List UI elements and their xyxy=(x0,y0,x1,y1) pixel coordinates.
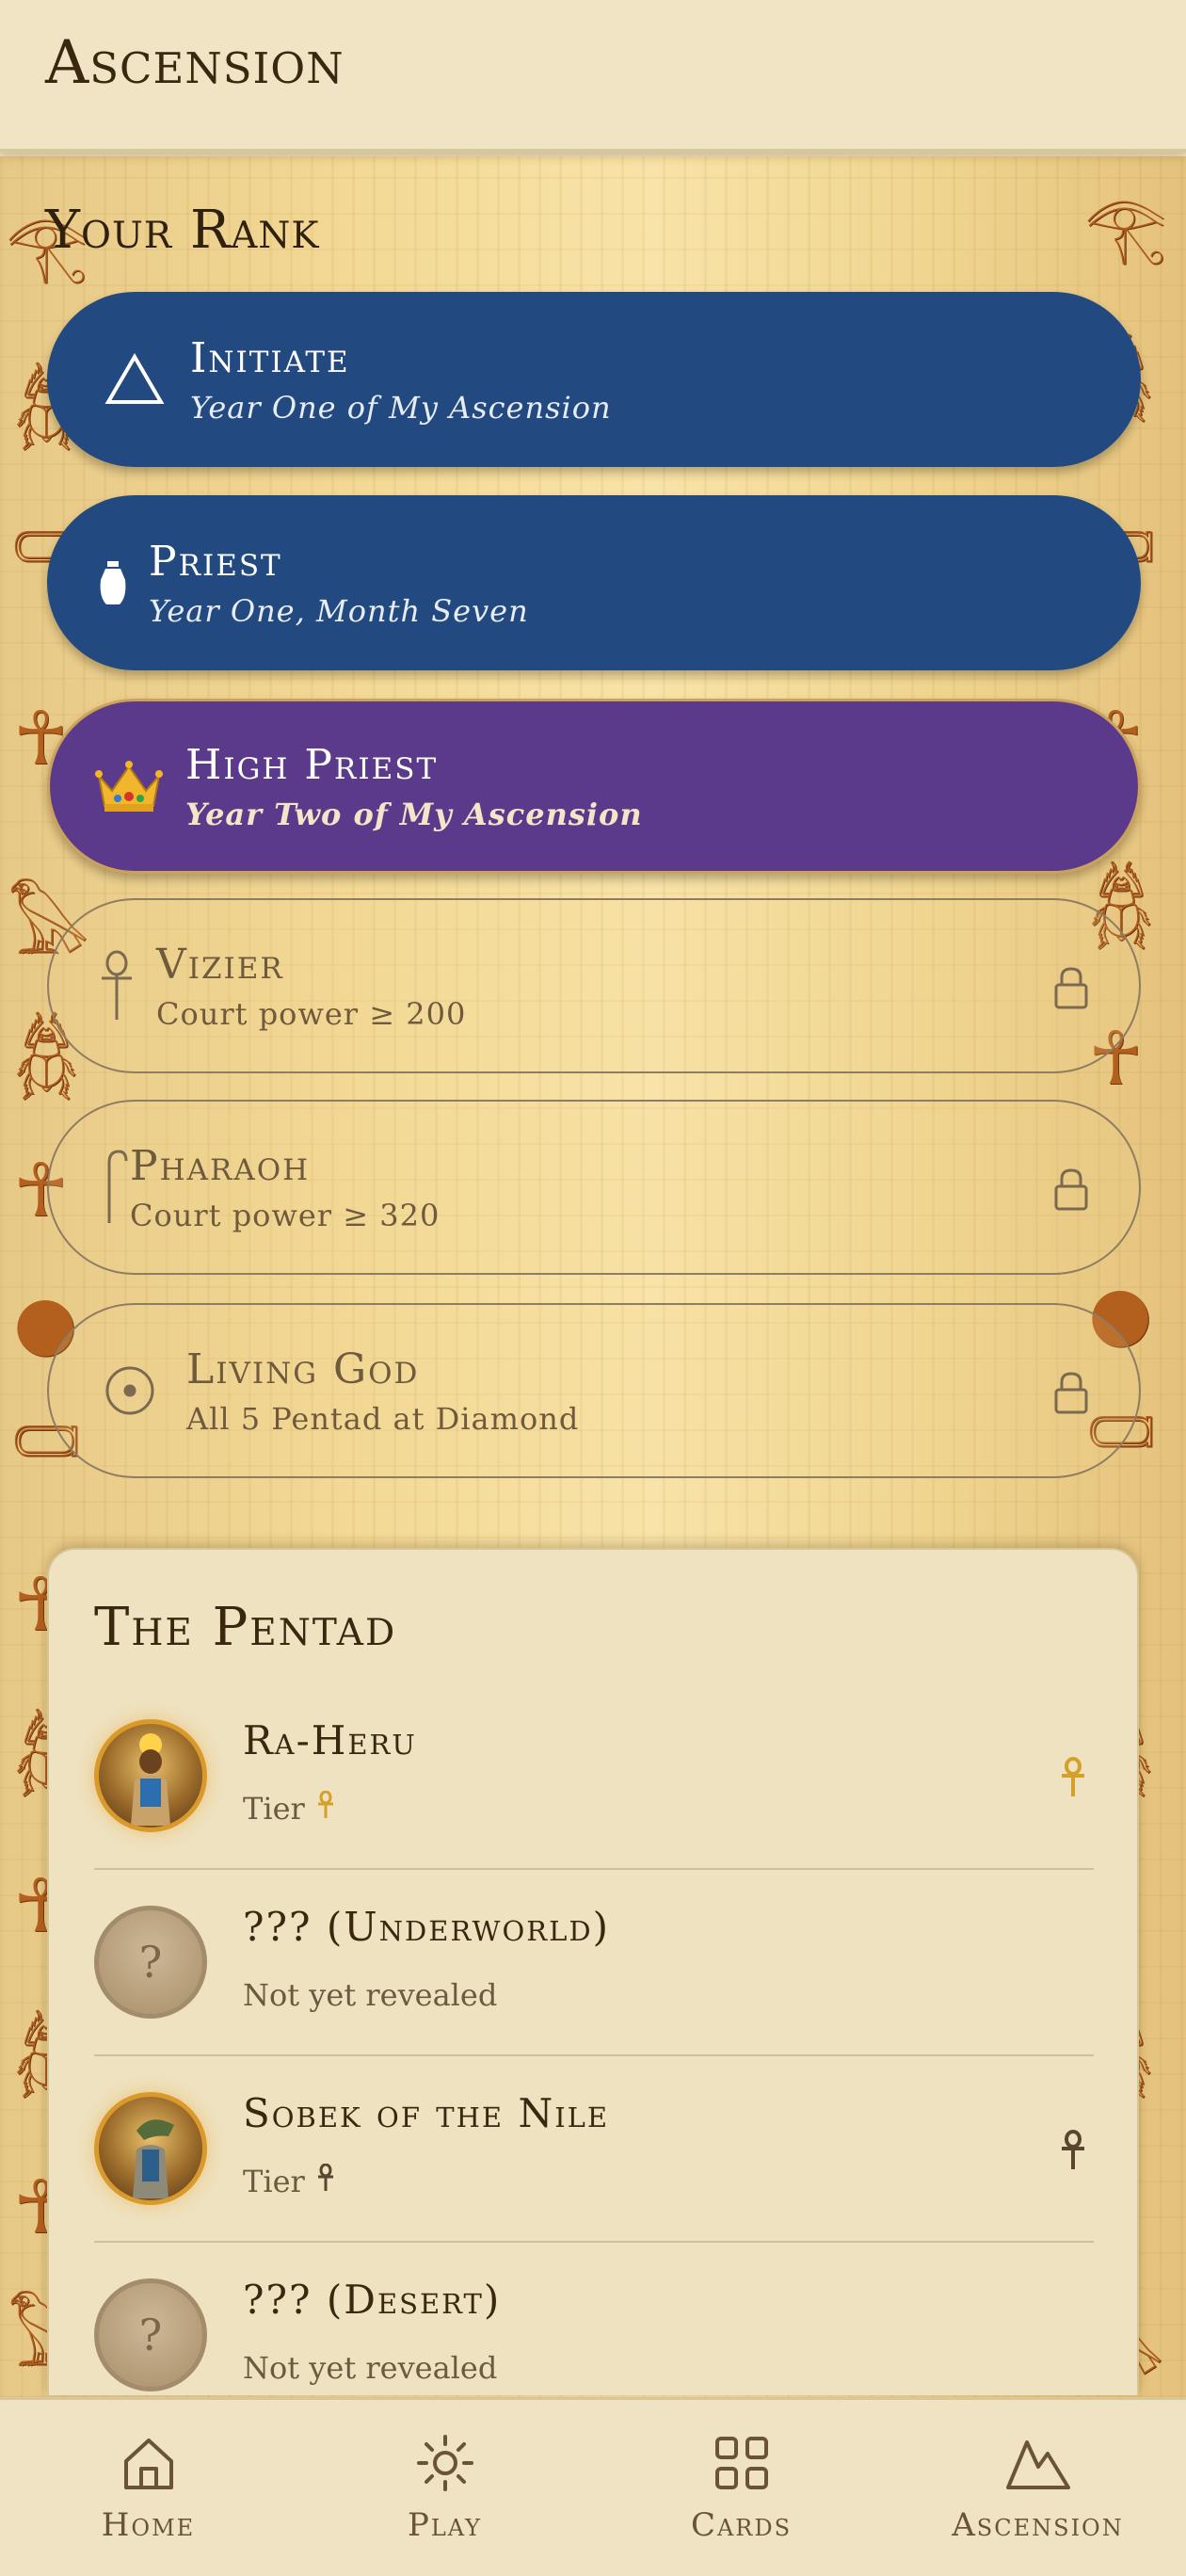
deity-name: ??? (Underworld) xyxy=(243,1904,610,1950)
lock-icon xyxy=(1052,1371,1090,1418)
ankh-icon xyxy=(1060,2130,1086,2175)
grid-icon xyxy=(712,2433,772,2497)
pentad-item-ra-heru[interactable]: Ra-Heru Tier xyxy=(94,1685,1094,1870)
tier-label: Tier xyxy=(243,1791,305,1827)
nav-item-play[interactable]: Play xyxy=(328,2433,563,2544)
rank-subtitle: All 5 Pentad at Diamond xyxy=(186,1400,580,1437)
deity-status: Not yet revealed xyxy=(243,1977,497,2013)
rank-card-living-god[interactable]: Living God All 5 Pentad at Diamond xyxy=(47,1303,1141,1478)
deity-name: Ra-Heru xyxy=(243,1717,417,1763)
bottom-nav: Home Play Cards Ascension xyxy=(0,2397,1186,2576)
rank-card-high-priest[interactable]: High Priest Year Two of My Ascension xyxy=(47,699,1141,874)
rank-heading: Your Rank xyxy=(45,200,320,261)
rank-name: Priest xyxy=(149,537,282,586)
rank-subtitle: Year One, Month Seven xyxy=(149,592,529,629)
rank-card-priest[interactable]: Priest Year One, Month Seven xyxy=(47,495,1141,670)
rank-name: High Priest xyxy=(185,740,439,789)
nav-label: Play xyxy=(407,2505,483,2544)
pentad-panel: The Pentad Ra-Heru Tier ? ??? (Underworl… xyxy=(47,1548,1139,2395)
rank-name: Living God xyxy=(186,1344,420,1393)
rank-subtitle: Year One of My Ascension xyxy=(190,389,612,426)
deity-tier: Tier xyxy=(243,2163,335,2199)
tier-label: Tier xyxy=(243,2164,305,2199)
pentad-item-underworld[interactable]: ? ??? (Underworld) Not yet revealed xyxy=(94,1872,1094,2056)
mountain-icon xyxy=(1004,2433,1072,2497)
nav-label: Home xyxy=(101,2505,196,2544)
app-header: Ascension xyxy=(0,0,1186,153)
status-label: Not yet revealed xyxy=(243,1977,498,2013)
nav-label: Ascension xyxy=(952,2505,1124,2544)
deity-avatar-unknown: ? xyxy=(94,2278,207,2391)
ankh-icon xyxy=(1060,1757,1086,1802)
ankh-icon xyxy=(316,1790,335,1827)
pentad-item-sobek[interactable]: Sobek of the Nile Tier xyxy=(94,2058,1094,2243)
rank-name: Vizier xyxy=(156,940,284,989)
deity-name: ??? (Desert) xyxy=(243,2277,502,2323)
nav-item-cards[interactable]: Cards xyxy=(624,2433,859,2544)
deity-avatar xyxy=(94,2092,207,2205)
home-icon xyxy=(119,2433,179,2497)
triangle-icon xyxy=(92,353,177,406)
lock-icon xyxy=(1052,966,1090,1013)
nav-label: Cards xyxy=(690,2505,793,2544)
deity-name: Sobek of the Nile xyxy=(243,2090,610,2136)
sun-disc-icon xyxy=(102,1364,158,1417)
rank-name: Initiate xyxy=(190,333,350,382)
eye-of-horus-icon: 𓂀 xyxy=(1084,188,1167,266)
page-title: Ascension xyxy=(45,28,345,98)
rank-name: Pharaoh xyxy=(130,1141,311,1190)
ankh-icon xyxy=(96,950,137,1022)
nav-item-ascension[interactable]: Ascension xyxy=(921,2433,1156,2544)
rank-subtitle: Court power ≥ 200 xyxy=(156,995,467,1032)
sun-icon xyxy=(415,2433,475,2497)
rank-card-pharaoh[interactable]: Pharaoh Court power ≥ 320 xyxy=(47,1100,1141,1275)
vase-icon xyxy=(94,559,132,606)
deity-tier: Tier xyxy=(243,1790,335,1827)
nav-item-home[interactable]: Home xyxy=(31,2433,266,2544)
deity-status: Not yet revealed xyxy=(243,2350,497,2386)
rank-card-vizier[interactable]: Vizier Court power ≥ 200 xyxy=(47,898,1141,1073)
deity-avatar-unknown: ? xyxy=(94,1906,207,2019)
rank-subtitle: Court power ≥ 320 xyxy=(130,1197,441,1233)
rank-subtitle: Year Two of My Ascension xyxy=(185,796,643,832)
pentad-title: The Pentad xyxy=(94,1597,397,1658)
crook-icon xyxy=(102,1150,130,1225)
deity-avatar xyxy=(94,1719,207,1832)
rank-card-initiate[interactable]: Initiate Year One of My Ascension xyxy=(47,292,1141,467)
lock-icon xyxy=(1052,1167,1090,1215)
status-label: Not yet revealed xyxy=(243,2350,498,2386)
crown-icon xyxy=(91,759,167,813)
ankh-icon xyxy=(316,2163,335,2199)
pentad-item-desert[interactable]: ? ??? (Desert) Not yet revealed xyxy=(94,2245,1094,2395)
